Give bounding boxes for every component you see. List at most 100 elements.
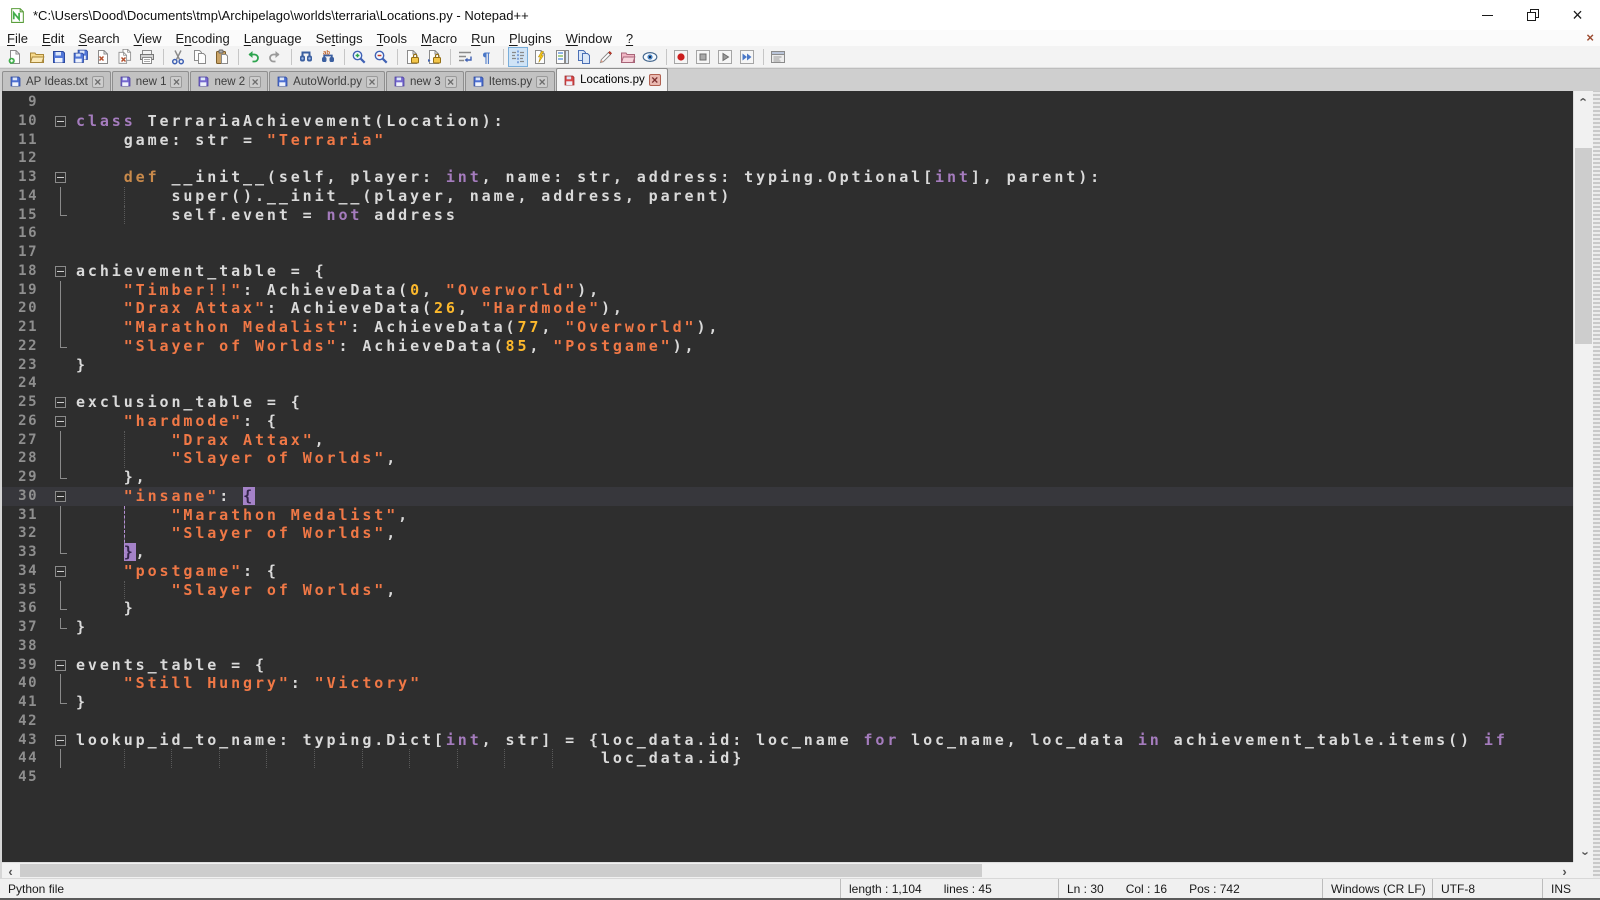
fold-collapse-icon[interactable]: [55, 266, 66, 277]
find-icon[interactable]: [296, 47, 316, 67]
paste-icon[interactable]: [212, 47, 232, 67]
fold-collapse-icon[interactable]: [55, 660, 66, 671]
function-list-icon[interactable]: [530, 47, 550, 67]
editor-line-30[interactable]: 30 "insane": {: [2, 487, 1573, 506]
editor-line-37[interactable]: 37}: [2, 618, 1573, 637]
new-file-icon[interactable]: [5, 47, 25, 67]
editor-line-33[interactable]: 33 },: [2, 543, 1573, 562]
save-icon[interactable]: [49, 47, 69, 67]
document-map-icon[interactable]: [552, 47, 572, 67]
open-file-icon[interactable]: [27, 47, 47, 67]
editor-line-44[interactable]: 44 loc_data.id}: [2, 749, 1573, 768]
menu-item-macro[interactable]: Macro: [414, 31, 464, 46]
status-encoding[interactable]: UTF-8: [1432, 879, 1542, 898]
replace-icon[interactable]: ab: [318, 47, 338, 67]
undo-icon[interactable]: [243, 47, 263, 67]
show-all-characters-icon[interactable]: ¶: [477, 47, 497, 67]
menu-item-settings[interactable]: Settings: [309, 31, 370, 46]
cut-icon[interactable]: [168, 47, 188, 67]
scroll-up-icon[interactable]: ‹: [1574, 91, 1594, 108]
editor-line-13[interactable]: 13 def __init__(self, player: int, name:…: [2, 168, 1573, 187]
sync-vertical-scroll-icon[interactable]: [402, 47, 422, 67]
tab-new-1[interactable]: new 1×: [112, 71, 190, 91]
menu-item-view[interactable]: View: [127, 31, 169, 46]
editor-line-34[interactable]: 34 "postgame": {: [2, 562, 1573, 581]
zoom-out-icon[interactable]: [371, 47, 391, 67]
editor-line-35[interactable]: 35 "Slayer of Worlds",: [2, 581, 1573, 600]
macro-record-icon[interactable]: [671, 47, 691, 67]
restore-button[interactable]: [1510, 0, 1555, 30]
editor-line-16[interactable]: 16: [2, 224, 1573, 243]
tab-close-icon[interactable]: ×: [92, 76, 104, 88]
menu-item-tools[interactable]: Tools: [370, 31, 414, 46]
editor-line-43[interactable]: 43lookup_id_to_name: typing.Dict[int, st…: [2, 731, 1573, 750]
status-eol-format[interactable]: Windows (CR LF): [1322, 879, 1432, 898]
tab-locations.py[interactable]: Locations.py×: [556, 68, 668, 91]
editor-line-39[interactable]: 39events_table = {: [2, 656, 1573, 675]
fold-collapse-icon[interactable]: [55, 735, 66, 746]
editor-line-17[interactable]: 17: [2, 243, 1573, 262]
scroll-left-icon[interactable]: ‹: [2, 863, 19, 879]
fold-collapse-icon[interactable]: [55, 416, 66, 427]
tab-close-icon[interactable]: ×: [445, 76, 457, 88]
save-macro-icon[interactable]: [768, 47, 788, 67]
fold-collapse-icon[interactable]: [55, 491, 66, 502]
menu-item-window[interactable]: Window: [559, 31, 619, 46]
monitor-icon[interactable]: [640, 47, 660, 67]
editor-line-15[interactable]: 15 self.event = not address: [2, 206, 1573, 225]
editor-line-25[interactable]: 25exclusion_table = {: [2, 393, 1573, 412]
menu-item-help[interactable]: ?: [619, 31, 640, 46]
menu-item-run[interactable]: Run: [464, 31, 502, 46]
editor-line-41[interactable]: 41}: [2, 693, 1573, 712]
tab-new-2[interactable]: new 2×: [190, 71, 268, 91]
close-all-icon[interactable]: [115, 47, 135, 67]
editor-line-26[interactable]: 26 "hardmode": {: [2, 412, 1573, 431]
edit-marker-icon[interactable]: [596, 47, 616, 67]
close-icon[interactable]: [93, 47, 113, 67]
editor-line-9[interactable]: 9: [2, 93, 1573, 112]
horizontal-scrollbar[interactable]: ‹ ›: [2, 862, 1573, 878]
editor-line-12[interactable]: 12: [2, 149, 1573, 168]
zoom-in-icon[interactable]: [349, 47, 369, 67]
menu-item-file[interactable]: File: [0, 31, 35, 46]
document-list-icon[interactable]: [574, 47, 594, 67]
fold-collapse-icon[interactable]: [55, 397, 66, 408]
editor-line-23[interactable]: 23}: [2, 356, 1573, 375]
editor-line-32[interactable]: 32 "Slayer of Worlds",: [2, 524, 1573, 543]
editor-line-40[interactable]: 40 "Still Hungry": "Victory": [2, 674, 1573, 693]
folder-as-workspace-icon[interactable]: [618, 47, 638, 67]
editor-line-31[interactable]: 31 "Marathon Medalist",: [2, 506, 1573, 525]
tab-close-icon[interactable]: ×: [249, 76, 261, 88]
editor-line-20[interactable]: 20 "Drax Attax": AchieveData(26, "Hardmo…: [2, 299, 1573, 318]
editor-line-22[interactable]: 22 "Slayer of Worlds": AchieveData(85, "…: [2, 337, 1573, 356]
tab-close-icon[interactable]: ×: [366, 76, 378, 88]
fold-collapse-icon[interactable]: [55, 172, 66, 183]
menu-item-language[interactable]: Language: [237, 31, 309, 46]
document-close-icon[interactable]: ×: [1586, 30, 1594, 46]
editor-line-10[interactable]: 10class TerrariaAchievement(Location):: [2, 112, 1573, 131]
minimize-button[interactable]: [1465, 0, 1510, 30]
menu-item-plugins[interactable]: Plugins: [502, 31, 559, 46]
indent-guide-icon[interactable]: [508, 47, 528, 67]
sync-horizontal-scroll-icon[interactable]: [424, 47, 444, 67]
tab-close-icon[interactable]: ×: [170, 76, 182, 88]
vertical-scrollbar[interactable]: ‹ ‹: [1573, 91, 1593, 862]
close-button[interactable]: ×: [1555, 0, 1600, 30]
code-editor[interactable]: 910class TerrariaAchievement(Location): 1…: [2, 91, 1573, 862]
word-wrap-icon[interactable]: [455, 47, 475, 67]
menu-item-encoding[interactable]: Encoding: [169, 31, 237, 46]
fold-collapse-icon[interactable]: [55, 116, 66, 127]
tab-close-icon[interactable]: ×: [536, 76, 548, 88]
editor-line-45[interactable]: 45: [2, 768, 1573, 787]
tab-new-3[interactable]: new 3×: [386, 71, 464, 91]
editor-line-14[interactable]: 14 super().__init__(player, name, addres…: [2, 187, 1573, 206]
redo-icon[interactable]: [265, 47, 285, 67]
editor-line-24[interactable]: 24: [2, 374, 1573, 393]
status-typing-mode[interactable]: INS: [1542, 879, 1600, 898]
editor-line-29[interactable]: 29 },: [2, 468, 1573, 487]
save-all-icon[interactable]: [71, 47, 91, 67]
menu-item-search[interactable]: Search: [71, 31, 126, 46]
editor-line-36[interactable]: 36 }: [2, 599, 1573, 618]
editor-line-28[interactable]: 28 "Slayer of Worlds",: [2, 449, 1573, 468]
tab-items.py[interactable]: Items.py×: [465, 71, 555, 91]
